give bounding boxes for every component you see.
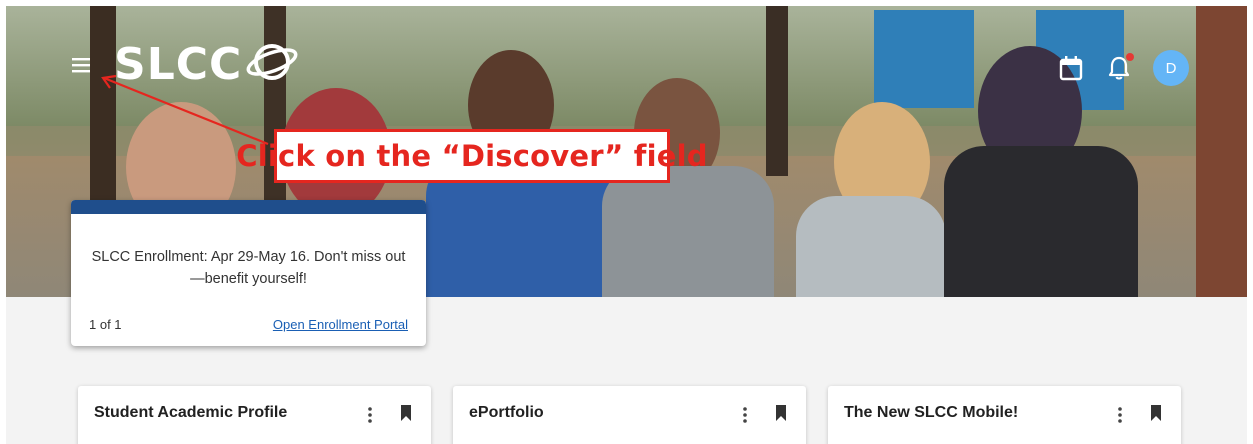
card-title: Student Academic Profile: [94, 404, 288, 421]
card-title: ePortfolio: [469, 404, 544, 421]
calendar-icon[interactable]: [1059, 55, 1083, 81]
notice-footer: 1 of 1 Open Enrollment Portal: [89, 317, 408, 332]
header-actions: D: [1059, 50, 1189, 86]
card-student-academic-profile[interactable]: Student Academic Profile: [78, 386, 431, 444]
more-options-icon[interactable]: [743, 407, 747, 423]
slcc-logo[interactable]: SLCC: [114, 38, 300, 90]
bookmark-icon[interactable]: [1150, 405, 1162, 421]
card-title: The New SLCC Mobile!: [844, 404, 1019, 421]
bookmark-icon[interactable]: [775, 405, 787, 421]
card-new-slcc-mobile[interactable]: The New SLCC Mobile!: [828, 386, 1181, 444]
enrollment-notice-card: SLCC Enrollment: Apr 29-May 16. Don't mi…: [71, 200, 426, 346]
more-options-icon[interactable]: [368, 407, 372, 423]
card-eportfolio[interactable]: ePortfolio: [453, 386, 806, 444]
menu-icon[interactable]: [70, 56, 92, 74]
notice-header-bar: [71, 200, 426, 214]
bookmark-icon[interactable]: [400, 405, 412, 421]
bell-icon[interactable]: [1107, 53, 1134, 81]
more-options-icon[interactable]: [1118, 407, 1122, 423]
open-enrollment-portal-link[interactable]: Open Enrollment Portal: [273, 317, 408, 332]
instruction-callout: Click on the “Discover” field: [236, 129, 708, 183]
logo-orbit-icon: [246, 40, 300, 89]
logo-text: SLCC: [114, 38, 243, 90]
avatar[interactable]: D: [1153, 50, 1189, 86]
notice-message: SLCC Enrollment: Apr 29-May 16. Don't mi…: [91, 249, 406, 287]
app-frame: SLCC D Click on the “Discover” field SLC…: [6, 6, 1247, 444]
notification-dot: [1126, 53, 1134, 61]
notice-counter: 1 of 1: [89, 317, 122, 332]
